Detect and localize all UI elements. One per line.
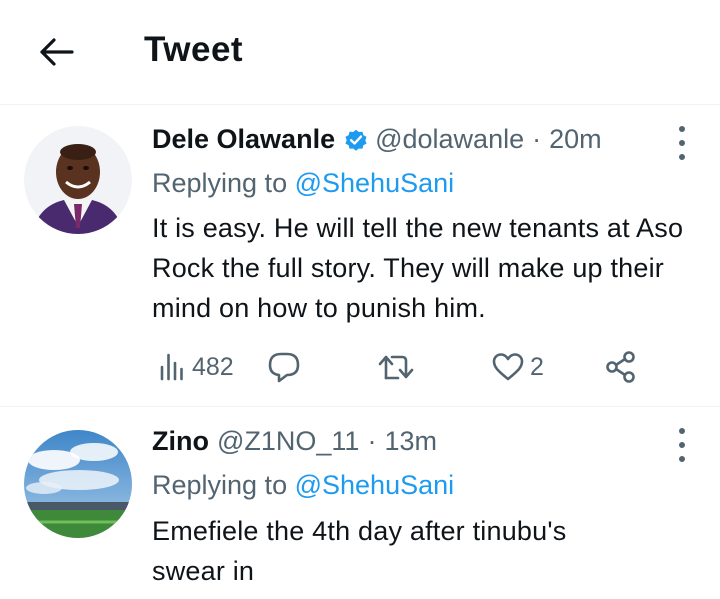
tweet-header: Zino @Z1NO_11 · 13m [152,426,437,457]
author-name[interactable]: Zino [152,426,209,457]
replying-to-mention[interactable]: @ShehuSani [295,470,455,500]
separator-dot: · [367,426,377,456]
avatar[interactable] [24,430,132,538]
replying-to-line: Replying to @ShehuSani [152,470,454,501]
more-options-icon[interactable] [676,428,688,462]
replying-prefix: Replying to [152,470,288,500]
author-handle[interactable]: @Z1NO_11 [217,426,359,457]
tweet-text: Emefiele the 4th day after tinubu's swea… [152,516,567,586]
tweet[interactable]: Zino @Z1NO_11 · 13m Replying to @ShehuSa… [0,0,720,599]
tweet-time[interactable]: 13m [384,426,437,457]
